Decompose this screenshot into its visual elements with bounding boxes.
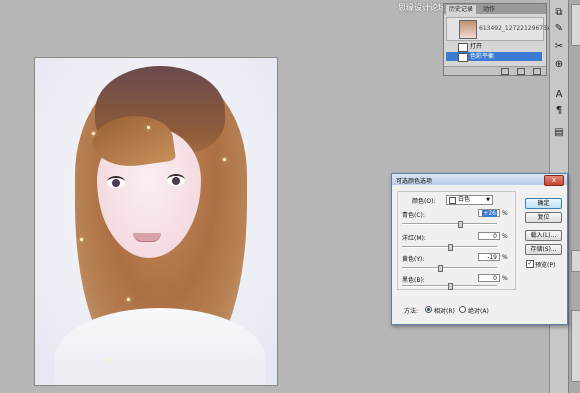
magenta-input[interactable]: 0 [478,232,500,240]
new-document-from-state-icon[interactable] [501,68,509,75]
color-swatch-icon [449,197,456,204]
yellow-input[interactable]: -19 [478,253,500,261]
magenta-percent: % [502,233,508,240]
tab-actions[interactable]: 动作 [480,5,498,14]
save-button[interactable]: 存储(S)... [525,244,562,255]
history-footer [444,66,546,75]
yellow-slider-handle[interactable] [438,265,443,272]
black-percent: % [502,275,508,282]
sparkle [147,126,150,129]
portrait-left-eye [107,176,125,188]
method-label: 方法: [404,308,419,315]
yellow-percent: % [502,254,508,261]
colors-select[interactable]: 白色 ▼ [446,195,493,205]
chevron-down-icon: ▼ [486,197,490,203]
right-panel-edge [568,0,580,393]
trash-icon[interactable] [533,68,541,75]
black-input[interactable]: 0 [478,274,500,282]
sparkle [127,298,130,301]
magenta-label: 洋红(M): [402,235,426,242]
dialog-titlebar[interactable]: 可选颜色选项 x [392,174,567,186]
selective-color-dialog: 可选颜色选项 x 颜色(O): 白色 ▼ 青色(C): +26 % 洋红(M):… [391,173,568,325]
load-button[interactable]: 载入(L)... [525,230,562,241]
cyan-label: 青色(C): [402,212,425,219]
sparkle [92,132,95,135]
clone-icon[interactable]: ⊕ [552,58,566,72]
magenta-slider-handle[interactable] [448,244,453,251]
sparkle [80,238,83,241]
type-icon[interactable]: ✂ [552,40,566,54]
dialog-title: 可选颜色选项 [396,178,433,185]
history-item-label: 打开 [470,43,483,50]
relative-label: 相对(R) [434,308,455,315]
black-label: 黑色(B): [402,277,425,284]
brush-preset-icon[interactable]: ✎ [552,22,566,36]
portrait-right-eye [167,174,185,186]
black-slider-handle[interactable] [448,283,453,290]
history-tab-bar: 历史记录 动作 [444,4,546,14]
snapshot-thumbnail [459,20,477,39]
cyan-slider[interactable] [402,223,497,225]
document-canvas[interactable] [34,57,278,386]
absolute-radio[interactable] [459,306,466,313]
adjustment-icon [458,53,468,62]
colors-select-value: 白色 [458,196,471,203]
history-item-open[interactable]: 打开 [446,42,542,52]
sparkle [223,158,226,161]
cyan-slider-handle[interactable] [458,221,463,228]
ok-button[interactable]: 确定 [525,198,562,209]
snapshot-label: 613492_12722129673x5... [479,25,560,32]
new-snapshot-icon[interactable] [517,68,525,75]
cyan-input[interactable]: +26 [478,209,500,217]
clipped-panel [571,4,580,46]
tab-history[interactable]: 历史记录 [446,5,477,14]
close-icon[interactable]: x [544,175,564,186]
swatch-tool-icon[interactable]: ⧉ [552,6,566,20]
document-icon [458,43,468,52]
yellow-slider[interactable] [402,267,497,269]
history-panel: 历史记录 动作 613492_12722129673x5... 打开 色彩平衡 [443,3,560,76]
absolute-label: 绝对(A) [468,308,489,315]
preview-label: 预览(P) [535,262,556,269]
history-item-color-balance[interactable]: 色彩平衡 [446,52,542,62]
reset-button[interactable]: 复位 [525,212,562,223]
sparkle [107,358,110,361]
history-item-label: 色彩平衡 [470,53,495,60]
character-icon[interactable]: A [552,88,566,102]
preview-checkbox[interactable]: ✓ [526,260,534,268]
cyan-value: +26 [482,210,497,217]
layers-icon[interactable]: ▤ [552,126,566,140]
paragraph-icon[interactable]: ¶ [552,104,566,118]
clipped-panel [571,310,580,382]
history-snapshot[interactable]: 613492_12722129673x5... [446,17,560,41]
relative-radio[interactable] [425,306,432,313]
colors-label: 颜色(O): [412,198,436,205]
clipped-panel [571,250,580,272]
yellow-label: 黄色(Y): [402,256,425,263]
cyan-percent: % [502,210,508,217]
